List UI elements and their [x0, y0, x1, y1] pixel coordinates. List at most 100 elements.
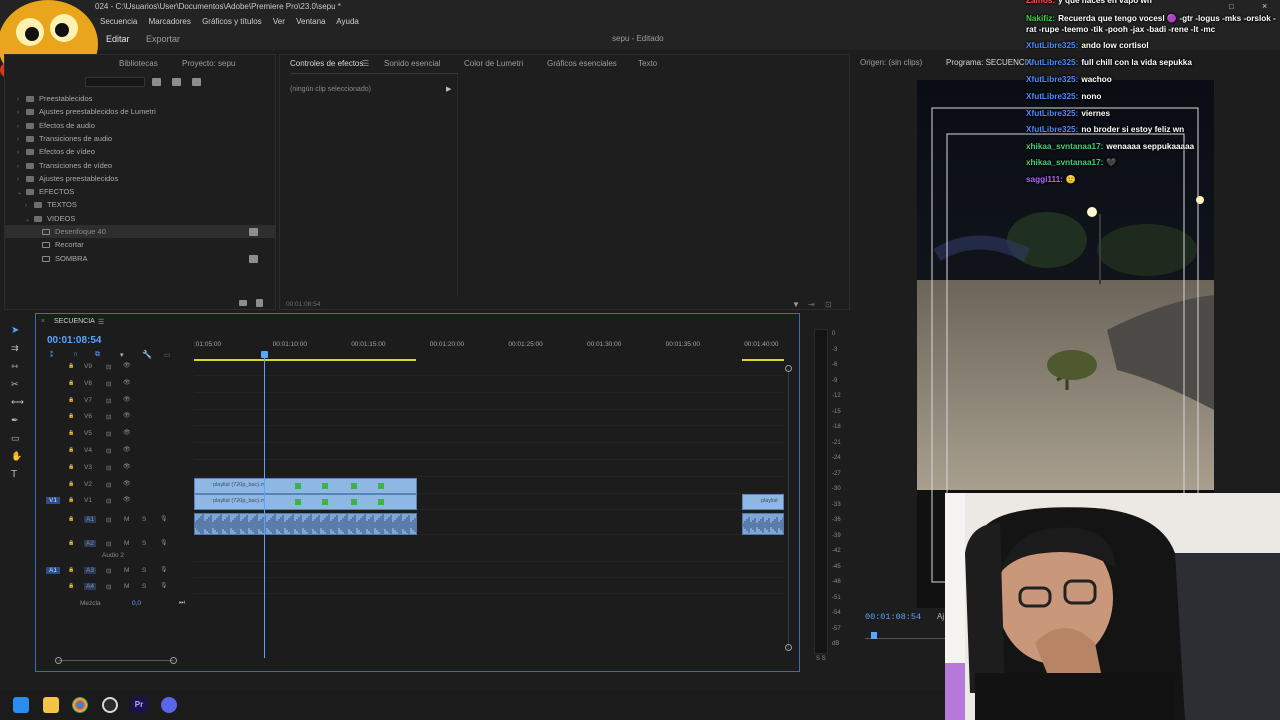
track-lane[interactable]	[194, 394, 784, 410]
video-clip[interactable]: playlist (720p_bac).m	[194, 477, 417, 494]
timeline-timecode[interactable]: 00:01:08:54	[47, 335, 101, 346]
effects-tree-item[interactable]: › Ajustes preestablecidos de Lumetri	[5, 105, 275, 118]
effects-tree-item[interactable]: › Transiciones de audio	[5, 132, 275, 145]
lock-icon[interactable]: 🔒	[68, 447, 74, 453]
microphone-icon[interactable]: 🎙	[160, 566, 168, 573]
razor-tool-icon[interactable]: ✂	[11, 379, 19, 390]
hand-tool-icon[interactable]: ✋	[11, 451, 22, 462]
captions-icon[interactable]: ▭	[164, 351, 171, 359]
track-lane[interactable]	[194, 360, 784, 376]
playhead-handle[interactable]	[261, 351, 268, 358]
track-name[interactable]: V2	[84, 481, 92, 488]
menu-ventana[interactable]: Ventana	[296, 17, 325, 26]
tab-texto[interactable]: Texto	[638, 59, 657, 68]
effects-tree-item[interactable]: Recortar	[5, 238, 275, 251]
lock-icon[interactable]: 🔒	[68, 497, 74, 503]
lock-icon[interactable]: 🔒	[68, 540, 74, 546]
sync-lock-icon[interactable]: ⊟	[106, 430, 111, 438]
close-window-icon[interactable]: ×	[1262, 1, 1267, 11]
track-name[interactable]: V9	[84, 363, 92, 370]
track-name[interactable]: A2	[84, 540, 96, 548]
mute-button[interactable]: M	[124, 567, 129, 574]
export-frame-icon[interactable]: ⇥	[808, 300, 815, 309]
zoom-handle-left[interactable]	[55, 657, 62, 664]
solo-button[interactable]: S	[142, 567, 146, 574]
lock-icon[interactable]: 🔒	[68, 430, 74, 436]
zoom-handle-right[interactable]	[170, 657, 177, 664]
new-bin-icon[interactable]	[239, 300, 247, 306]
panel-menu-icon[interactable]: ☰	[362, 59, 369, 68]
solo-buttons[interactable]: S S	[816, 656, 826, 662]
effects-tree-item[interactable]: SOMBRA	[5, 252, 275, 265]
solo-button[interactable]: S	[142, 583, 146, 590]
menu-ayuda[interactable]: Ayuda	[336, 17, 359, 26]
sync-lock-icon[interactable]: ⊟	[106, 481, 111, 489]
track-name[interactable]: V4	[84, 447, 92, 454]
vertical-scrollbar[interactable]	[788, 369, 789, 649]
tab-editar[interactable]: Editar	[106, 34, 130, 44]
windows-start-icon[interactable]	[13, 697, 29, 713]
tab-bibliotecas[interactable]: Bibliotecas	[119, 59, 158, 68]
solo-button[interactable]: S	[142, 516, 146, 523]
selection-tool-icon[interactable]: ➤	[11, 325, 19, 336]
track-lane[interactable]	[194, 410, 784, 427]
lock-icon[interactable]: 🔒	[68, 516, 74, 522]
eye-icon[interactable]: 👁	[123, 480, 131, 487]
eye-icon[interactable]: 👁	[123, 496, 131, 503]
track-name[interactable]: A4	[84, 583, 96, 591]
sync-lock-icon[interactable]: ⊟	[106, 413, 111, 421]
track-lane[interactable]	[194, 564, 784, 579]
scroll-handle-top[interactable]	[785, 365, 792, 372]
audio-clip[interactable]	[194, 513, 417, 536]
tab-color-lumetri[interactable]: Color de Lumetri	[464, 59, 523, 68]
track-name[interactable]: V8	[84, 380, 92, 387]
mute-button[interactable]: M	[124, 540, 129, 547]
eye-icon[interactable]: 👁	[123, 379, 131, 386]
sync-lock-icon[interactable]: ⊟	[106, 540, 111, 548]
track-name[interactable]: V7	[84, 397, 92, 404]
track-lane[interactable]	[194, 427, 784, 444]
sequence-tab[interactable]: SECUENCIA	[54, 318, 95, 325]
menu-ver[interactable]: Ver	[273, 17, 285, 26]
add-marker-icon[interactable]: ▾	[120, 351, 124, 359]
file-explorer-icon[interactable]	[43, 697, 59, 713]
tab-graficos-esenciales[interactable]: Gráficos esenciales	[547, 59, 617, 68]
snap-icon[interactable]: ∩	[73, 351, 78, 358]
nest-icon[interactable]: ⁑	[50, 351, 54, 359]
time-ruler[interactable]: :01:05:00 00:01:10:00 00:01:15:00 00:01:20:…	[194, 338, 784, 360]
sync-lock-icon[interactable]: ⊟	[106, 380, 111, 388]
ripple-edit-tool-icon[interactable]: ⇿	[11, 361, 19, 372]
settings-icon[interactable]: ⊡	[825, 300, 832, 309]
program-timecode[interactable]: 00:01:08:54	[865, 612, 921, 622]
effects-tree-item[interactable]: › Efectos de vídeo	[5, 145, 275, 158]
eye-icon[interactable]: 👁	[123, 362, 131, 369]
eye-icon[interactable]: 👁	[123, 463, 131, 470]
fit-dropdown-label[interactable]: Aj	[937, 612, 944, 621]
close-sequence-icon[interactable]: ×	[41, 318, 45, 325]
menu-secuencia[interactable]: Secuencia	[100, 17, 137, 26]
effects-tree-item[interactable]: ⌄ EFECTOS	[5, 185, 275, 198]
filter-icon[interactable]: ▼	[792, 300, 800, 309]
track-name[interactable]: V3	[84, 464, 92, 471]
effects-tree-item[interactable]: › Efectos de audio	[5, 119, 275, 132]
lock-icon[interactable]: 🔒	[68, 363, 74, 369]
sync-lock-icon[interactable]: ⊟	[106, 447, 111, 455]
video-clip[interactable]: playlist	[742, 494, 784, 511]
source-patch-v1[interactable]: V1	[46, 497, 60, 505]
mute-button[interactable]: M	[124, 516, 129, 523]
menu-marcadores[interactable]: Marcadores	[149, 17, 191, 26]
tab-controles-efectos[interactable]: Controles de efectos	[290, 59, 363, 68]
microphone-icon[interactable]: 🎙	[160, 515, 168, 522]
sync-lock-icon[interactable]: ⊟	[106, 497, 111, 505]
horizontal-zoom-scrollbar[interactable]	[58, 660, 174, 661]
effects-tree-item[interactable]: › Ajustes preestablecidos	[5, 172, 275, 185]
go-to-end-icon[interactable]: ⏭	[179, 599, 185, 607]
obs-icon[interactable]	[102, 697, 118, 713]
source-monitor-tab[interactable]: Origen: (sin clips)	[860, 58, 922, 67]
premiere-icon[interactable]: Pr	[131, 697, 147, 713]
eye-icon[interactable]: 👁	[123, 429, 131, 436]
sync-lock-icon[interactable]: ⊟	[106, 567, 111, 575]
type-tool-icon[interactable]: T	[11, 469, 17, 480]
lock-icon[interactable]: 🔒	[68, 481, 74, 487]
track-lane[interactable]	[194, 377, 784, 393]
